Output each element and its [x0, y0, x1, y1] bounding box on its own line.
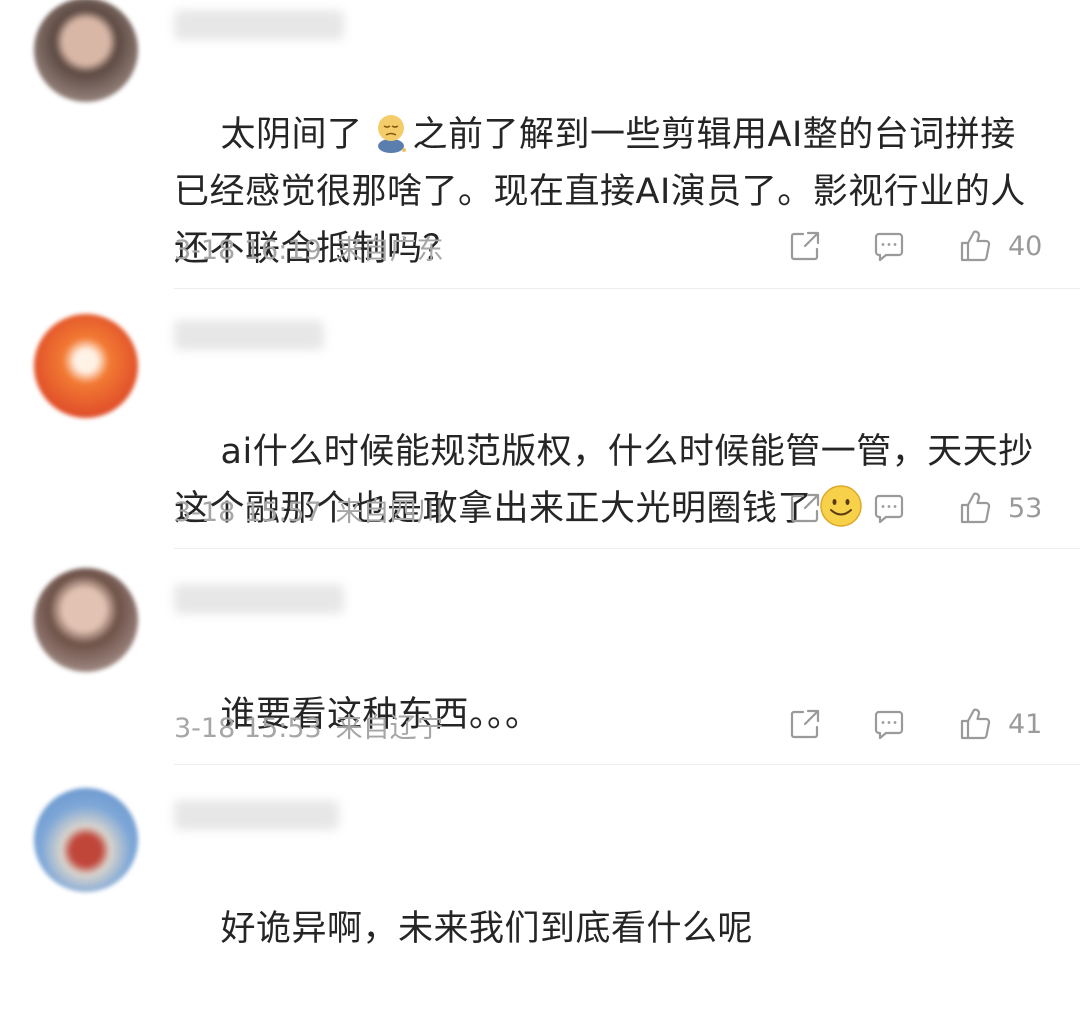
- comment-date: 3-18 16:19: [174, 235, 322, 266]
- comment-icon[interactable]: [872, 707, 906, 741]
- thumbs-up-icon: [960, 708, 991, 740]
- share-icon[interactable]: [788, 229, 822, 263]
- thumbs-up-icon: [960, 492, 991, 524]
- comment-item: ai什么时候能规范版权，什么时候能管一管，天天抄这个融那个也是敢拿出来正大光明圈…: [0, 290, 1080, 550]
- divider: [174, 288, 1080, 289]
- avatar[interactable]: [34, 788, 138, 892]
- like-button[interactable]: 53: [958, 491, 1044, 525]
- share-icon[interactable]: [788, 707, 822, 741]
- comment-date: 3-18 15:53: [174, 713, 322, 744]
- comment-actions: 40: [788, 226, 1044, 266]
- comment-meta: 3-18 16:19 来自广东: [174, 228, 444, 267]
- username-blurred[interactable]: [174, 584, 344, 614]
- like-button[interactable]: 41: [958, 707, 1044, 741]
- comment-item: 好诡异啊，未来我们到底看什么呢: [0, 766, 1080, 949]
- avatar[interactable]: [34, 568, 138, 672]
- username-blurred[interactable]: [174, 320, 324, 350]
- comment-meta: 3-18 15:57 来自四川: [174, 490, 444, 529]
- like-button[interactable]: 40: [958, 229, 1044, 263]
- comment-location: 来自广东: [335, 235, 444, 266]
- comment-icon[interactable]: [872, 229, 906, 263]
- avatar[interactable]: [34, 314, 138, 418]
- like-count: 41: [1008, 708, 1043, 740]
- comment-location: 来自辽宁: [335, 713, 444, 744]
- username-blurred[interactable]: [174, 10, 344, 40]
- username-blurred[interactable]: [174, 800, 339, 830]
- comment-text: 好诡异啊，未来我们到底看什么呢: [174, 844, 1044, 1015]
- divider: [174, 548, 1080, 549]
- share-icon[interactable]: [788, 491, 822, 525]
- comment-icon[interactable]: [872, 491, 906, 525]
- comment-actions: 41: [788, 704, 1044, 744]
- comment-actions: 53: [788, 488, 1044, 528]
- comment-item: 太阴间了 之前了解到一些剪辑用AI整的台词拼接已经感觉很那啥了。现在直接AI演员…: [0, 0, 1080, 290]
- comment-meta: 3-18 15:53 来自辽宁: [174, 706, 444, 745]
- comment-text-part: 太阴间了: [220, 115, 363, 155]
- sad-face-emoji-icon: [377, 115, 406, 153]
- like-count: 40: [1008, 230, 1043, 262]
- avatar[interactable]: [34, 0, 138, 102]
- like-count: 53: [1008, 492, 1043, 524]
- comment-date: 3-18 15:57: [174, 497, 322, 528]
- comment-location: 来自四川: [335, 497, 444, 528]
- comment-item: 谁要看这种东西。。。 3-18 15:53 来自辽宁 41: [0, 550, 1080, 766]
- thumbs-up-icon: [960, 230, 991, 262]
- comment-text-part: 好诡异啊，未来我们到底看什么呢: [220, 909, 754, 949]
- divider: [174, 764, 1080, 765]
